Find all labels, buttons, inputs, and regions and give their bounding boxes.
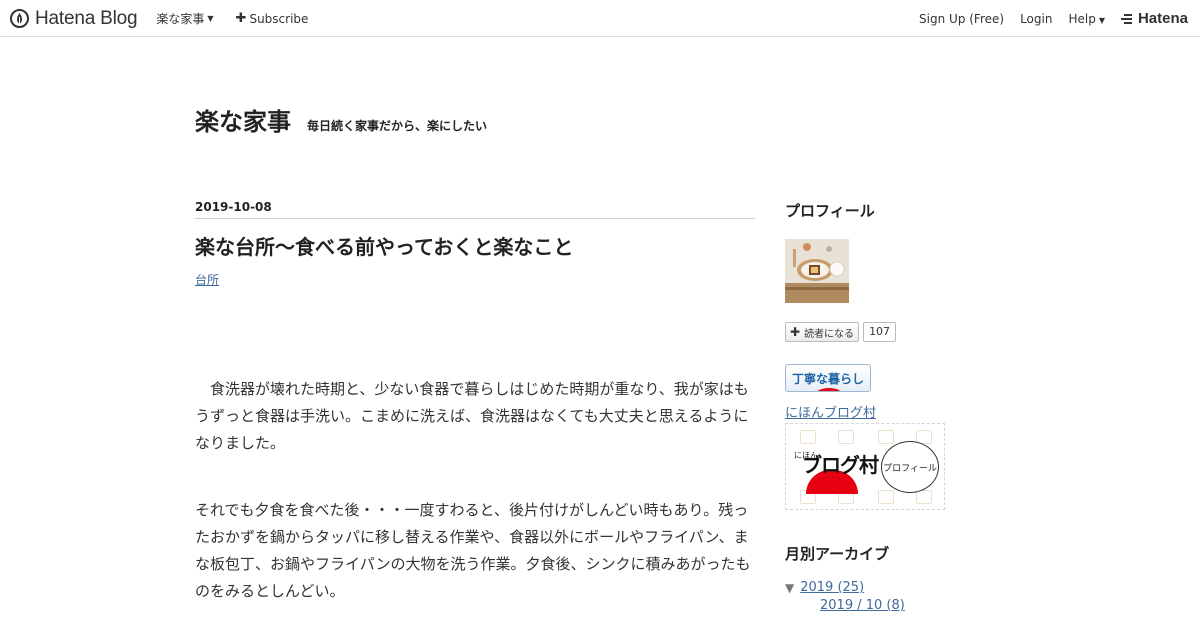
login-link[interactable]: Login [1020, 12, 1052, 26]
reader-widget: ✚ 読者になる 107 [785, 322, 965, 342]
red-sun-decoration [816, 388, 842, 391]
teinei-kurashi-banner[interactable]: 丁寧な暮らし [785, 364, 871, 392]
blog-description: 毎日続く家事だから、楽にしたい [307, 119, 488, 133]
expand-triangle-icon[interactable]: ▼ [785, 581, 794, 595]
blog-title-link[interactable]: 楽な家事 [195, 102, 291, 137]
profile-heading: プロフィール [785, 202, 875, 220]
teinei-label: 丁寧な暮らし [791, 371, 864, 386]
entry-title-link[interactable]: 楽な台所～食べる前やっておくと楽なこと [195, 234, 755, 260]
help-label: Help [1068, 11, 1096, 26]
avatar-image [785, 239, 849, 303]
plus-icon: ✚ [790, 325, 801, 339]
archive-year-item: ▼ 2019 (25) [785, 580, 965, 595]
archive-section: 月別アーカイブ ▼ 2019 (25) 2019 / 10 (8) [785, 543, 965, 613]
archive-year-link[interactable]: 2019 (25) [800, 580, 864, 595]
blog-menu-dropdown[interactable]: 楽な家事 ▼ [156, 10, 213, 27]
profile-bubble: プロフィール [881, 441, 939, 493]
nihon-blogmura-link[interactable]: にほんブログ村 [785, 402, 965, 421]
main-content: 2019-10-08 楽な台所～食べる前やっておくと楽なこと 台所 食洗器が壊れ… [195, 200, 755, 605]
hatena-label: Hatena [1137, 10, 1188, 27]
plus-icon: ✚ [235, 11, 247, 26]
hatena-blog-brand-link[interactable]: Hatena Blog [10, 7, 138, 30]
image-icon [916, 490, 932, 504]
global-header: Hatena Blog 楽な家事 ▼ ✚ Subscribe Sign Up (… [0, 0, 1200, 37]
banner-logo-text: ブログ村 [802, 453, 879, 477]
global-header-right: Sign Up (Free) Login Help ▼ Hatena [903, 0, 1188, 37]
archive-month-item: 2019 / 10 (8) [820, 598, 965, 613]
global-header-left: Hatena Blog 楽な家事 ▼ ✚ Subscribe [10, 0, 308, 37]
archive-month-link[interactable]: 2019 / 10 (8) [820, 598, 905, 613]
subscribe-reader-button[interactable]: ✚ 読者になる [785, 322, 860, 342]
subscribe-button[interactable]: ✚ Subscribe [236, 11, 309, 26]
profile-avatar[interactable] [785, 239, 849, 303]
entry-paragraph: それでも夕食を食べた後・・・一度すわると、後片付けがしんどい時もあり。残ったおか… [195, 501, 751, 600]
subscribe-label: Subscribe [249, 11, 309, 26]
reader-button-label: 読者になる [804, 328, 855, 340]
reader-count: 107 [863, 322, 897, 342]
brand-name: Hatena Blog [35, 7, 138, 29]
entry-body: 食洗器が壊れた時期と、少ない食器で暮らしはじめた時期が重なり、我が家はもうずっと… [195, 376, 755, 605]
entry-category-link[interactable]: 台所 [195, 271, 219, 288]
signup-link[interactable]: Sign Up (Free) [919, 12, 1004, 26]
entry-paragraph: 食洗器が壊れた時期と、少ない食器で暮らしはじめた時期が重なり、我が家はもうずっと… [195, 380, 749, 452]
help-dropdown[interactable]: Help ▼ [1068, 12, 1105, 26]
caret-down-icon: ▼ [207, 14, 214, 23]
sidebar: プロフィール ✚ 読者になる 107 丁寧な暮らし にほんブログ村 にほん ブロ… [785, 200, 965, 613]
archive-heading: 月別アーカイブ [785, 545, 890, 563]
nihon-blogmura-banner[interactable]: にほん ブログ村 プロフィール [785, 423, 945, 510]
note-icon [878, 430, 894, 444]
caret-down-icon: ▼ [1098, 15, 1105, 25]
document-icon [838, 430, 854, 444]
entry-date-link[interactable]: 2019-10-08 [195, 200, 755, 219]
hatena-mark-icon [1120, 13, 1132, 24]
blog-title-area: 楽な家事 毎日続く家事だから、楽にしたい [195, 102, 487, 137]
blog-menu-label: 楽な家事 [156, 12, 205, 26]
hatena-blog-logo-icon [10, 9, 29, 28]
hatena-logo-link[interactable]: Hatena [1120, 10, 1188, 27]
crown-icon [800, 430, 816, 444]
people-icon [878, 490, 894, 504]
